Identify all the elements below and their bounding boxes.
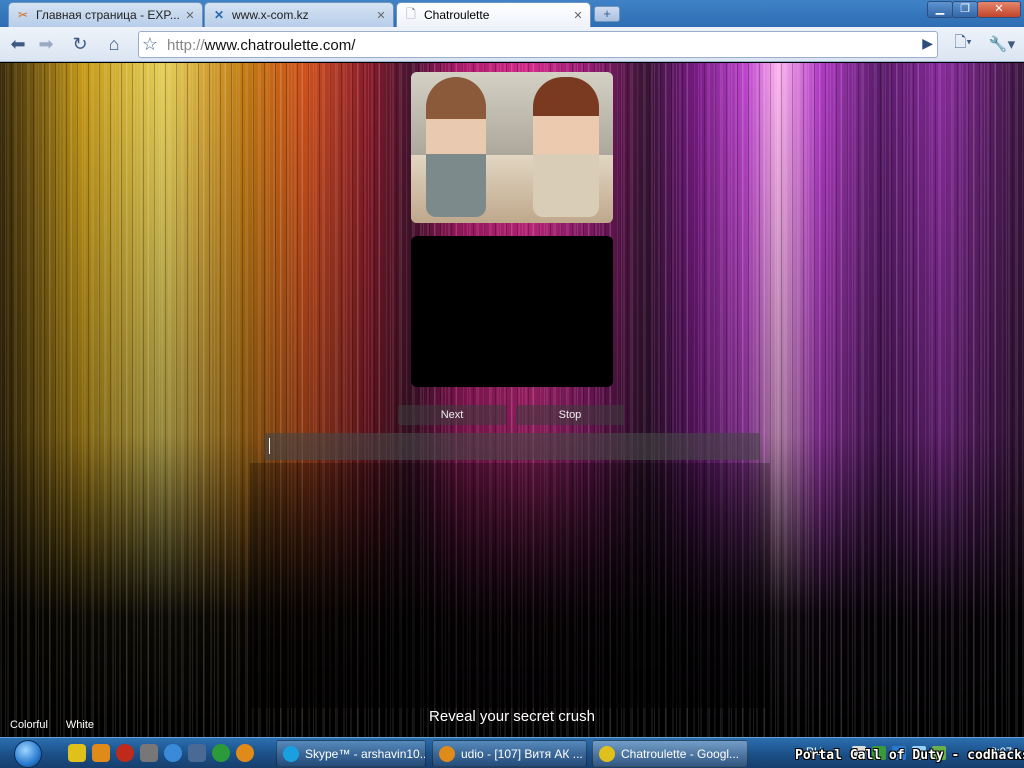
theme-colorful-link[interactable]: Colorful	[10, 719, 48, 731]
task-skype[interactable]: Skype™ - arshavin10...	[276, 740, 426, 767]
skype-icon	[283, 745, 299, 762]
page-icon: 🗋	[406, 6, 416, 21]
tab-title: www.x-com.kz	[232, 8, 309, 22]
task-title: Skype™ - arshavin10...	[305, 746, 426, 761]
partner-video	[411, 72, 613, 223]
tools-menu-button[interactable]: 🔧▾	[986, 31, 1018, 57]
aimp-icon	[439, 745, 455, 762]
tab-title: Chatroulette	[424, 8, 490, 22]
ie-icon[interactable]	[164, 744, 182, 762]
page-menu-button[interactable]: 🗋▾	[948, 31, 978, 57]
chrome-icon	[599, 745, 615, 762]
tab-chatroulette[interactable]: 🗋 Chatroulette ✕	[396, 2, 591, 27]
wrench-icon: 🔧▾	[988, 36, 1016, 53]
opera-icon[interactable]	[116, 744, 134, 762]
text-caret	[269, 438, 270, 454]
forward-button[interactable]: ➡	[32, 31, 60, 57]
watermark-text: Portal Call of Duty - codhacks.ru	[795, 748, 1024, 763]
tools-icon: ✂	[17, 8, 29, 22]
window-close-button[interactable]: ✕	[977, 1, 1021, 18]
media-icon[interactable]	[140, 744, 158, 762]
aimp-icon[interactable]	[92, 744, 110, 762]
tab-title: Главная страница - EXP...	[36, 8, 180, 22]
browser-window: ✂ Главная страница - EXP... ✕ ✕ www.x-co…	[0, 0, 1024, 768]
stop-button[interactable]: Stop	[516, 405, 624, 425]
url-text: http://www.chatroulette.com/	[167, 37, 356, 54]
home-icon: ⌂	[108, 33, 120, 54]
close-icon[interactable]: ✕	[184, 9, 196, 22]
start-button[interactable]	[6, 738, 50, 768]
promo-link[interactable]: Reveal your secret crush	[0, 708, 1024, 725]
next-button[interactable]: Next	[398, 405, 506, 425]
address-bar[interactable]: ☆ http://www.chatroulette.com/ ▶	[138, 31, 938, 58]
reload-button[interactable]: ↻	[66, 31, 94, 57]
new-tab-button[interactable]: +	[594, 6, 620, 22]
tab-expert[interactable]: ✂ Главная страница - EXP... ✕	[8, 2, 203, 27]
arrow-left-icon: ⬅	[10, 33, 26, 54]
task-title: udio - [107] Витя АК ...	[461, 746, 583, 761]
quick-launch	[68, 744, 254, 762]
theme-white-link[interactable]: White	[66, 719, 94, 731]
reload-icon: ↻	[72, 33, 88, 54]
close-icon[interactable]: ✕	[375, 9, 387, 22]
bookmark-star-icon[interactable]: ☆	[137, 34, 163, 55]
minimize-button[interactable]: ▁	[927, 1, 953, 18]
chat-log	[250, 463, 770, 708]
task-aimp[interactable]: udio - [107] Витя АК ...	[432, 740, 587, 767]
task-title: Chatroulette - Googl...	[621, 746, 740, 761]
windows-orb-icon	[14, 739, 42, 768]
tab-xcom[interactable]: ✕ www.x-com.kz ✕	[204, 2, 394, 27]
chrome-icon[interactable]	[68, 744, 86, 762]
browser-toolbar: ⬅ ➡ ↻ ⌂ ☆ http://www.chatroulette.com/ ▶…	[0, 27, 1024, 62]
back-button[interactable]: ⬅	[4, 31, 32, 57]
maximize-button[interactable]: ❐	[952, 1, 978, 18]
self-video	[411, 236, 613, 387]
page-menu-icon: 🗋▾	[954, 33, 972, 51]
home-button[interactable]: ⌂	[100, 31, 128, 57]
mail-agent-icon[interactable]	[236, 744, 254, 762]
go-icon[interactable]: ▶	[922, 35, 933, 52]
arrow-right-icon: ➡	[38, 33, 54, 54]
theme-switcher: Colorful White	[10, 719, 94, 731]
tab-strip: ✂ Главная страница - EXP... ✕ ✕ www.x-co…	[0, 0, 1024, 27]
task-chrome[interactable]: Chatroulette - Googl...	[592, 740, 748, 767]
desktop-icon[interactable]	[188, 744, 206, 762]
page-content: Next Stop Reveal your secret crush Color…	[0, 63, 1024, 737]
close-icon[interactable]: ✕	[572, 9, 584, 22]
utorrent-icon[interactable]	[212, 744, 230, 762]
xcom-icon: ✕	[213, 8, 225, 22]
chat-input[interactable]	[264, 433, 760, 460]
